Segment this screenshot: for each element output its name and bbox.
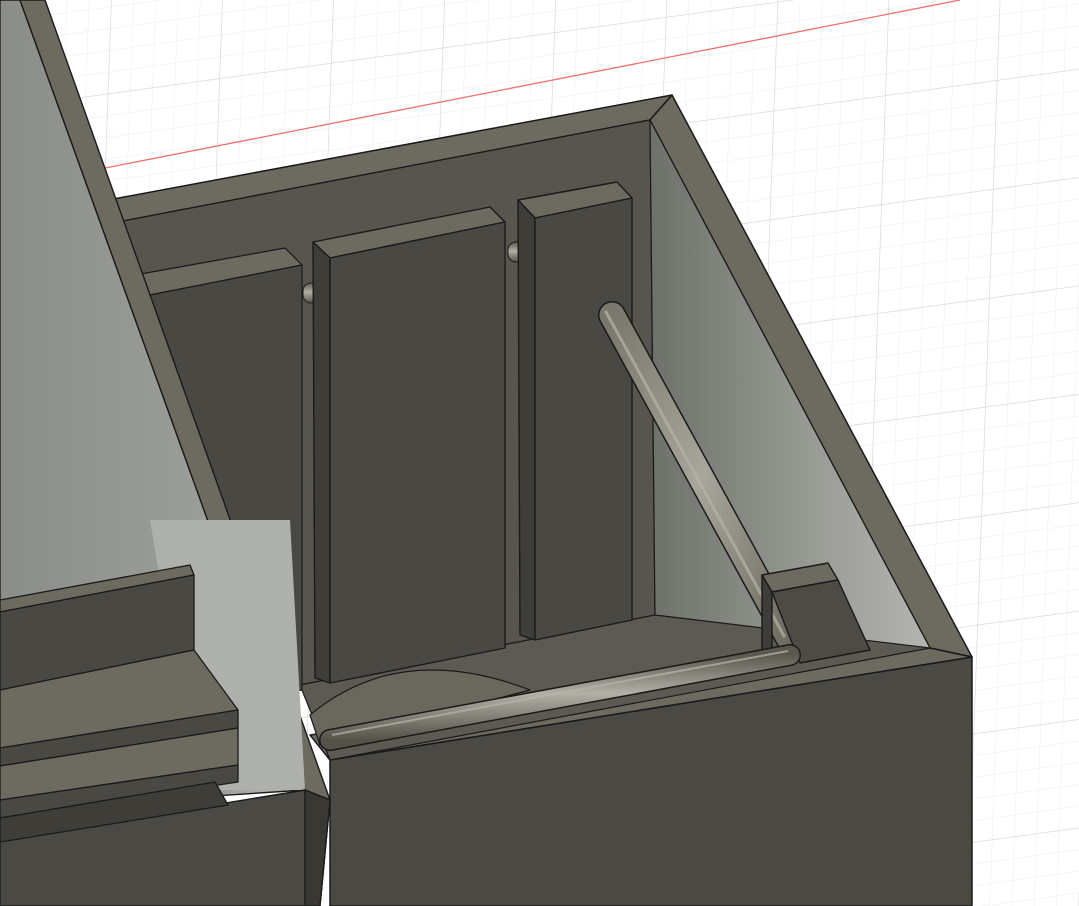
cad-3d-viewport[interactable] (0, 0, 1079, 906)
model-canvas[interactable] (0, 0, 1079, 906)
plate-right[interactable] (517, 181, 633, 641)
plate-center[interactable] (312, 206, 506, 684)
